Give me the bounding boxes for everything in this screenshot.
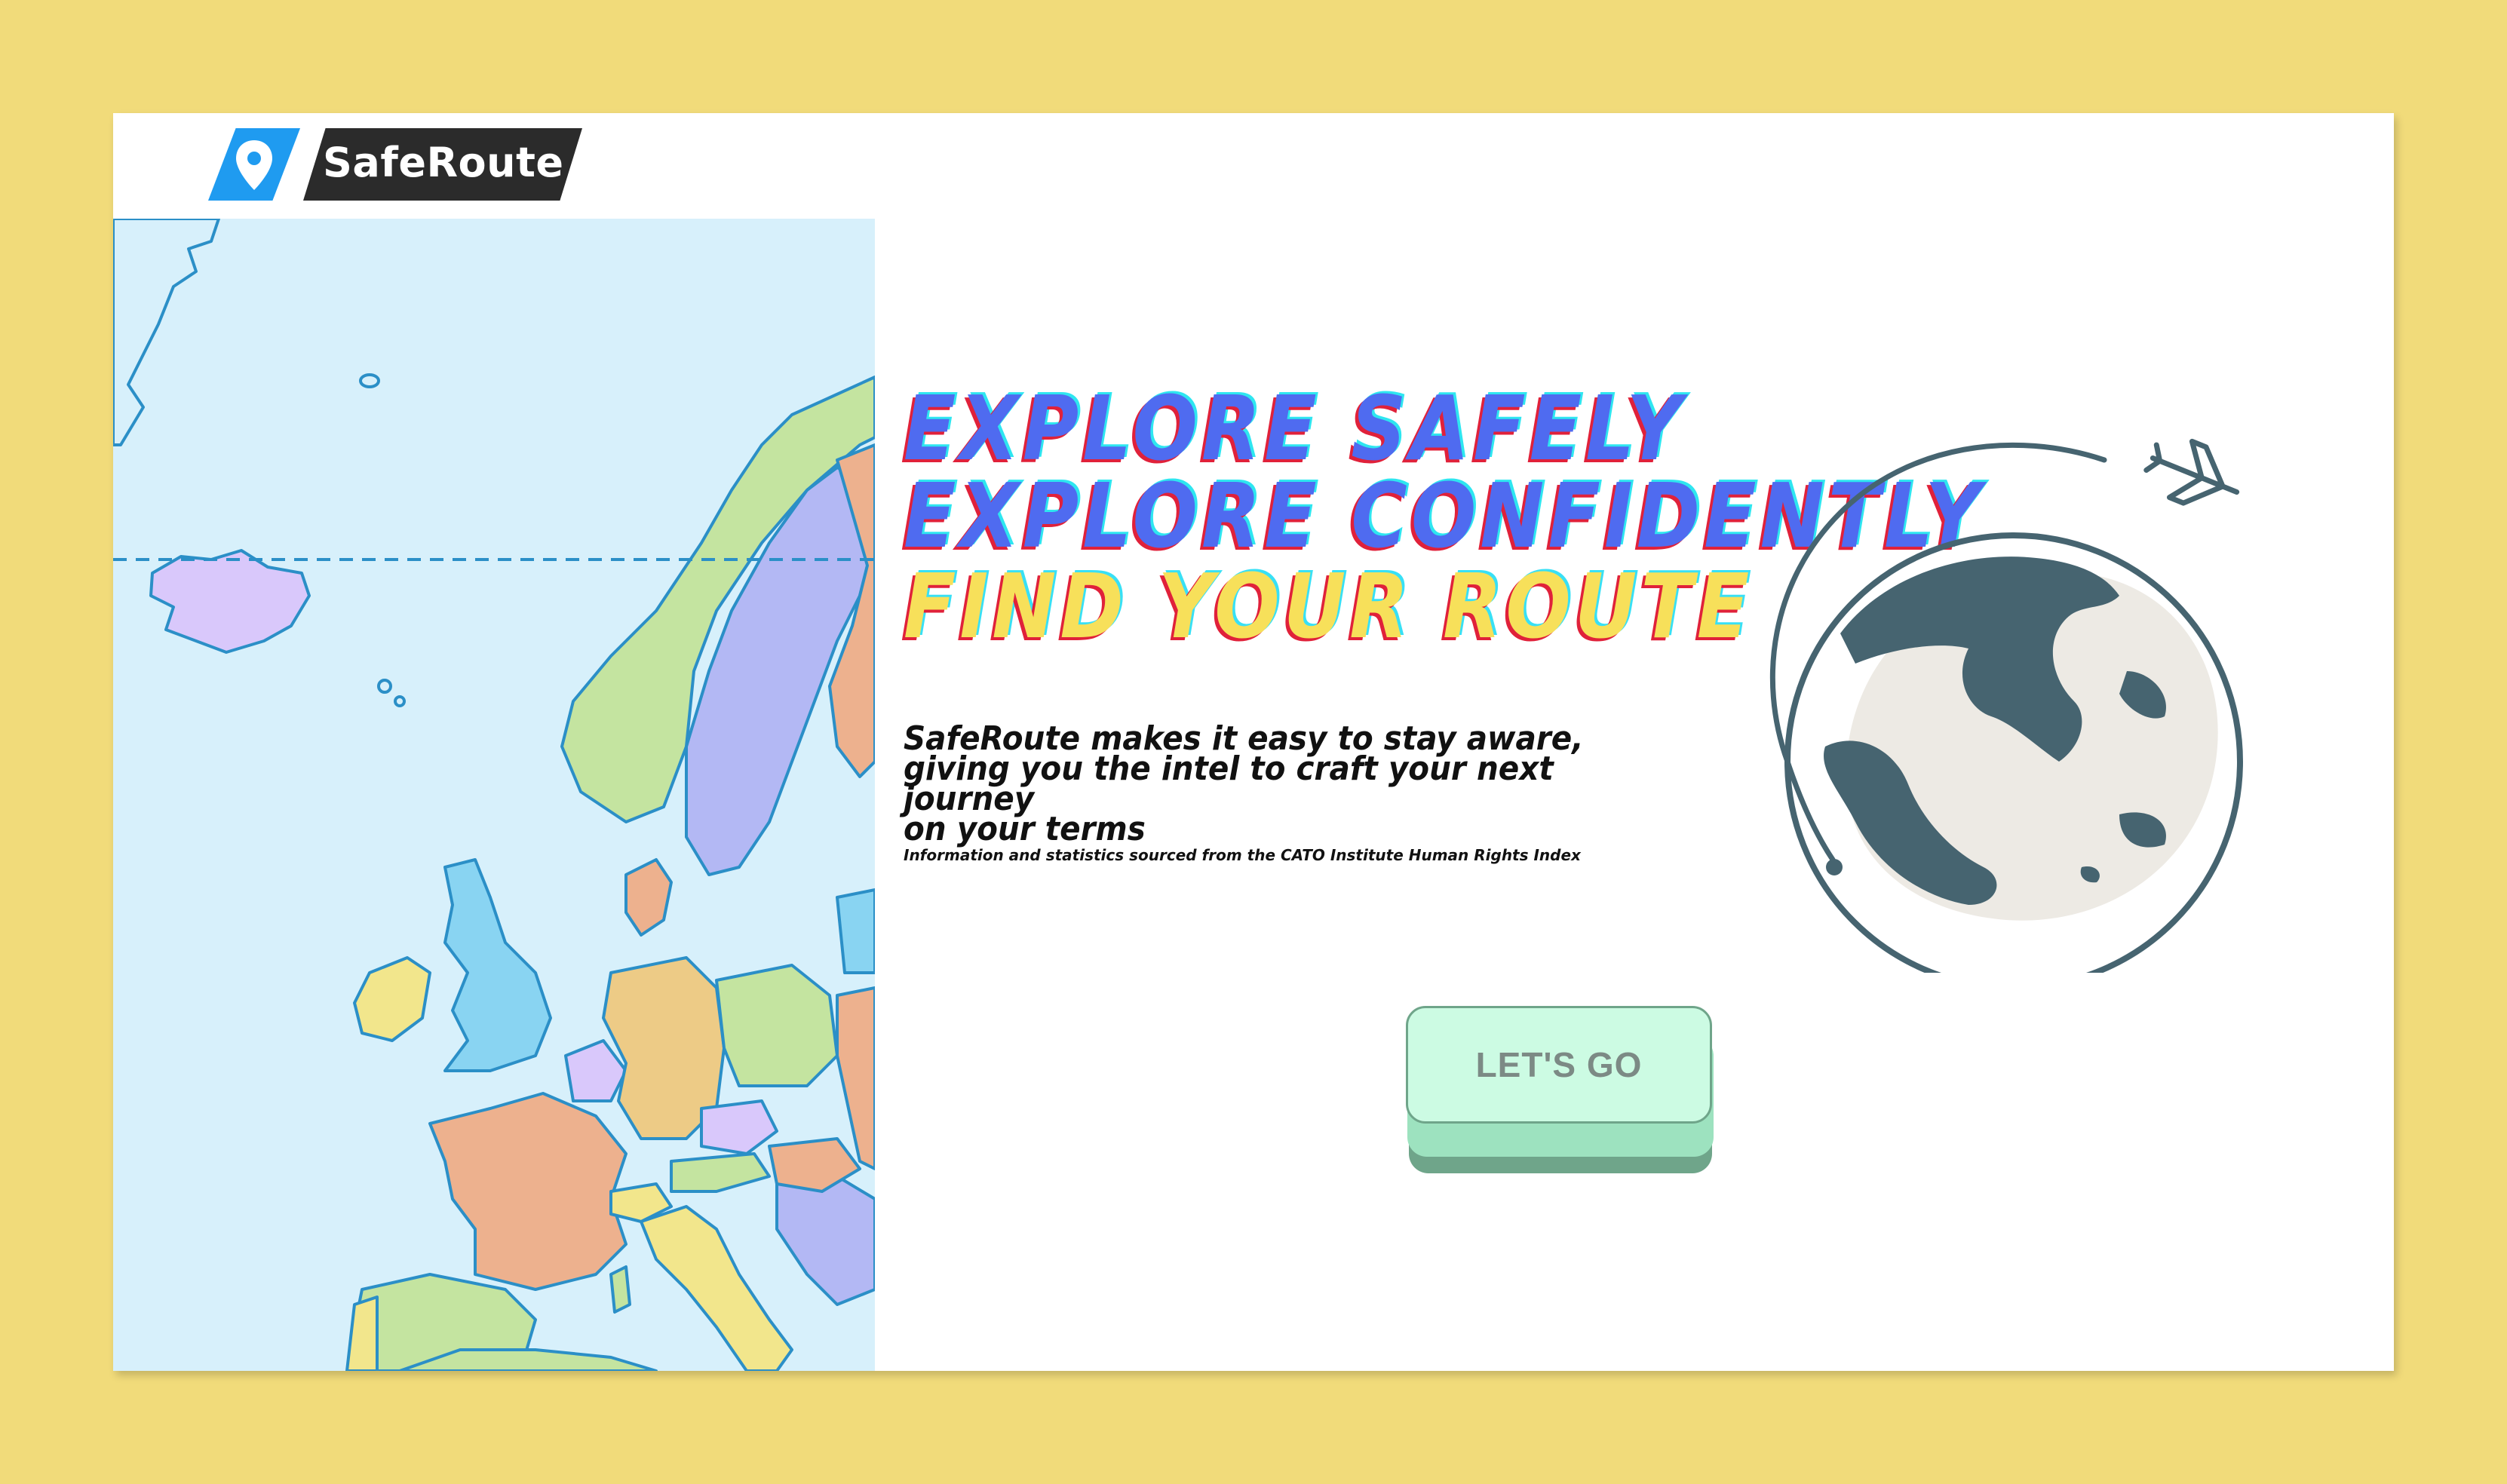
portugal-shape (345, 1295, 379, 1371)
landing-card: SafeRoute EXPLORE SAFELY EXPLORE CONFIDE… (113, 113, 2394, 1371)
logo-pin-background (208, 128, 300, 201)
france-shape (428, 1092, 628, 1291)
austria-shape (670, 1152, 771, 1193)
lets-go-button-wrap: LET'S GO (1406, 1006, 1717, 1178)
baltics-shape (836, 888, 875, 974)
airplane-icon (2143, 438, 2240, 506)
denmark-shape (624, 858, 673, 937)
europe-map (113, 219, 875, 1371)
poland-shape (715, 964, 839, 1087)
tagline-line-3: on your terms (904, 810, 1146, 848)
lets-go-button[interactable]: LET'S GO (1406, 1006, 1712, 1124)
location-pin-icon (236, 140, 272, 190)
benelux-shape (564, 1039, 628, 1102)
greenland-shape (113, 219, 220, 446)
source-note: Information and statistics sourced from … (904, 846, 1581, 864)
east-shape (836, 986, 875, 1170)
europe-map-graphic (113, 219, 875, 1371)
ireland-shape (353, 956, 431, 1042)
tagline-line-2: giving you the intel to craft your next … (904, 750, 1554, 818)
brand-name: SafeRoute (323, 139, 564, 186)
globe-with-plane-icon (1727, 324, 2300, 991)
iceland-shape (149, 549, 311, 654)
brand-logo[interactable]: SafeRoute (208, 128, 600, 201)
balkans-shape (775, 1175, 875, 1306)
uk-shape (443, 858, 552, 1072)
italy-shape (640, 1205, 793, 1371)
corsica-shape (609, 1265, 631, 1314)
czech-shape (700, 1099, 778, 1155)
tagline: SafeRoute makes it easy to stay aware, g… (904, 722, 1680, 848)
